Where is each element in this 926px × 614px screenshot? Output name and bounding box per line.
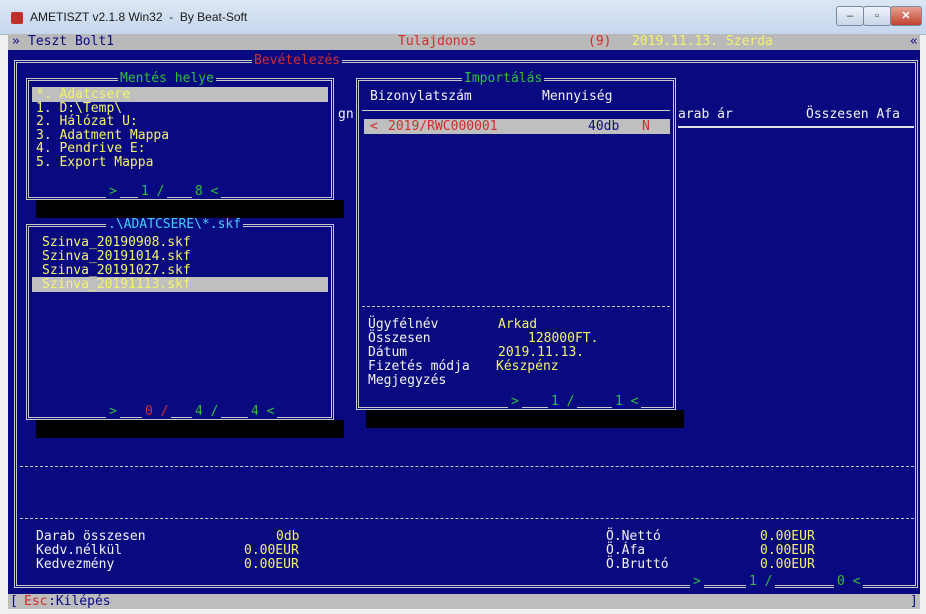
total-value: 128000FT. <box>528 331 599 346</box>
file-item[interactable]: Szinva_20190908.skf <box>42 236 191 249</box>
save-location-title: Mentés helye <box>118 71 216 86</box>
esc-action-label[interactable]: :Kilépés <box>48 595 111 608</box>
discount-label: Kedvezmény <box>36 557 115 572</box>
file-item[interactable]: Szinva_20191027.skf <box>42 264 191 277</box>
column-gn: gn <box>338 107 354 122</box>
header-prefix: » <box>12 34 20 49</box>
net-total-label: Ö.Nettó <box>606 529 661 544</box>
app-icon <box>11 12 23 24</box>
header-arrow: « <box>910 34 918 49</box>
column-unit-price: arab ár <box>678 107 733 122</box>
import-pager-total: 1 < <box>612 395 642 408</box>
title-bar: AMETISZT v2.1.8 Win32 - By Beat-Soft – ▫… <box>0 0 926 35</box>
status-bar: [ Esc :Kilépés ] <box>8 594 920 609</box>
column-document-number: Bizonylatszám <box>370 89 472 104</box>
console-area: » Teszt Bolt1 Tulajdonos (9) 2019.11.13.… <box>8 34 920 609</box>
window-title: AMETISZT v2.1.8 Win32 - By Beat-Soft <box>30 10 248 24</box>
import-title: Importálás <box>462 71 545 86</box>
save-location-item[interactable]: 2. Hálózat U: <box>36 115 138 128</box>
owner-label: Tulajdonos <box>398 34 477 49</box>
no-discount-value: 0.00EUR <box>244 543 299 558</box>
maximize-button[interactable]: ▫ <box>863 6 891 26</box>
save-location-item[interactable]: *. Adatcsere <box>36 88 130 101</box>
column-total-vat: Összesen Afa <box>806 107 900 122</box>
file-item-selected[interactable]: Szinva_20191113.skf <box>42 278 191 291</box>
import-row-flag[interactable]: N <box>642 120 650 133</box>
panel-shadow <box>36 420 344 438</box>
minimize-button[interactable]: – <box>836 6 864 26</box>
payment-label: Fizetés módja <box>368 359 470 374</box>
status-bracket-left: [ <box>10 594 18 609</box>
gross-total-label: Ö.Bruttó <box>606 557 669 572</box>
payment-value: Készpénz <box>496 359 559 374</box>
import-divider <box>362 306 670 307</box>
pieces-total-value: 0db <box>276 529 300 544</box>
date-value: 2019.11.13. <box>498 345 585 360</box>
shop-name: Teszt Bolt1 <box>28 34 115 49</box>
save-location-pager-current: 1 / <box>138 185 168 198</box>
close-button[interactable]: ✕ <box>890 6 922 26</box>
discount-value: 0.00EUR <box>244 557 299 572</box>
status-bracket-right: ] <box>910 594 918 609</box>
no-discount-label: Kedv.nélkül <box>36 543 123 558</box>
import-row-document[interactable]: 2019/RWC000001 <box>388 120 498 133</box>
vat-total-label: Ö.Áfa <box>606 543 646 558</box>
summary-pager-current: 1 / <box>746 575 776 588</box>
gross-total-value: 0.00EUR <box>760 557 815 572</box>
header-underline <box>678 126 914 128</box>
net-total-value: 0.00EUR <box>760 529 815 544</box>
pieces-total-label: Darab összesen <box>36 529 146 544</box>
file-item[interactable]: Szinva_20191014.skf <box>42 250 191 263</box>
date-label: Dátum <box>368 345 408 360</box>
section-divider <box>20 466 914 467</box>
file-list-title: .\ADATCSERE\*.skf <box>106 217 244 232</box>
file-list-pager-b: 4 / <box>192 405 222 418</box>
customer-value: Arkad <box>498 317 538 332</box>
save-location-pager-total: 8 < <box>192 185 222 198</box>
save-location-item[interactable]: 4. Pendrive E: <box>36 142 146 155</box>
note-label: Megjegyzés <box>368 373 447 388</box>
summary-pager-total: 0 < <box>834 575 864 588</box>
header-bar: » Teszt Bolt1 Tulajdonos (9) 2019.11.13.… <box>8 34 920 50</box>
import-row-marker: < <box>370 119 378 134</box>
import-header-line <box>362 110 670 111</box>
import-pager-arrow: > <box>508 395 522 408</box>
record-count: (9) <box>588 34 612 49</box>
header-date: 2019.11.13. Szerda <box>632 34 773 49</box>
screen-title: Bevételezés <box>252 53 343 68</box>
import-pager-current: 1 / <box>548 395 578 408</box>
section-divider <box>20 518 914 519</box>
panel-shadow <box>366 410 684 428</box>
file-list-pager-a: 0 / <box>142 405 172 418</box>
save-location-pager-arrow: > <box>106 185 120 198</box>
total-label: Összesen <box>368 331 431 346</box>
customer-label: Ügyfélnév <box>368 317 439 332</box>
vat-total-value: 0.00EUR <box>760 543 815 558</box>
panel-shadow <box>36 200 344 218</box>
app-window: AMETISZT v2.1.8 Win32 - By Beat-Soft – ▫… <box>0 0 926 614</box>
summary-pager-arrow: > <box>690 575 704 588</box>
file-list-pager-arrow: > <box>106 405 120 418</box>
import-row-quantity[interactable]: 40db <box>588 120 619 133</box>
file-list-pager-c: 4 < <box>248 405 278 418</box>
save-location-item[interactable]: 5. Export Mappa <box>36 156 153 169</box>
column-quantity: Mennyiség <box>542 89 613 104</box>
esc-key[interactable]: Esc <box>24 595 47 608</box>
